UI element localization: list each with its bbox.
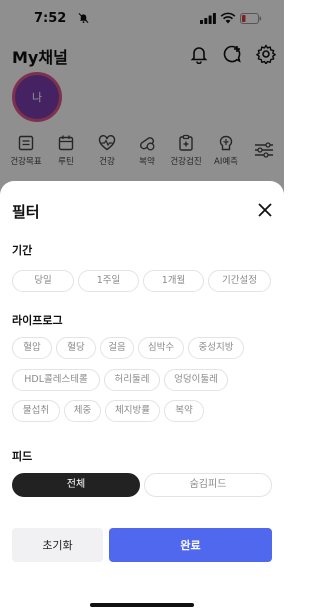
close-button[interactable] xyxy=(254,199,276,221)
reset-button[interactable]: 초기화 xyxy=(12,528,103,562)
feed-all-button[interactable]: 전체 xyxy=(12,473,140,497)
feed-label: 피드 xyxy=(12,450,33,463)
close-icon xyxy=(258,203,272,217)
lifelog-chip[interactable]: 물섭취 xyxy=(12,400,60,422)
lifelog-chip[interactable]: 체지방률 xyxy=(105,400,160,422)
lifelog-chip[interactable]: 허리둘레 xyxy=(104,369,160,391)
period-label: 기간 xyxy=(12,244,33,257)
lifelog-chip[interactable]: 복약 xyxy=(164,400,204,422)
period-chip[interactable]: 1주일 xyxy=(78,270,139,292)
lifelog-chip[interactable]: 혈압 xyxy=(12,337,52,359)
lifelog-chip[interactable]: HDL콜레스테롤 xyxy=(12,369,100,391)
lifelog-chip[interactable]: 혈당 xyxy=(56,337,96,359)
done-button[interactable]: 완료 xyxy=(109,528,272,562)
lifelog-chip[interactable]: 걸음 xyxy=(100,337,134,359)
lifelog-chip[interactable]: 엉덩이둘레 xyxy=(164,369,228,391)
period-chip[interactable]: 기간설정 xyxy=(208,270,271,292)
feed-hidden-button[interactable]: 숨김피드 xyxy=(144,473,272,497)
lifelog-chip[interactable]: 중성지방 xyxy=(188,337,244,359)
period-chip[interactable]: 당일 xyxy=(12,270,74,292)
screen: 7:52 My채널 나 건강목표 루틴 건강 복약 건강검진 AI예측 필터 기… xyxy=(0,0,284,614)
lifelog-label: 라이프로그 xyxy=(12,314,63,327)
filter-sheet: 필터 기간 당일 1주일 1개월 기간설정 라이프로그 혈압 혈당 걸음 심박수… xyxy=(0,181,284,614)
lifelog-chip[interactable]: 심박수 xyxy=(138,337,184,359)
home-indicator xyxy=(90,603,194,607)
sheet-title: 필터 xyxy=(12,203,40,221)
lifelog-chip[interactable]: 체중 xyxy=(64,400,101,422)
period-chip[interactable]: 1개월 xyxy=(143,270,204,292)
